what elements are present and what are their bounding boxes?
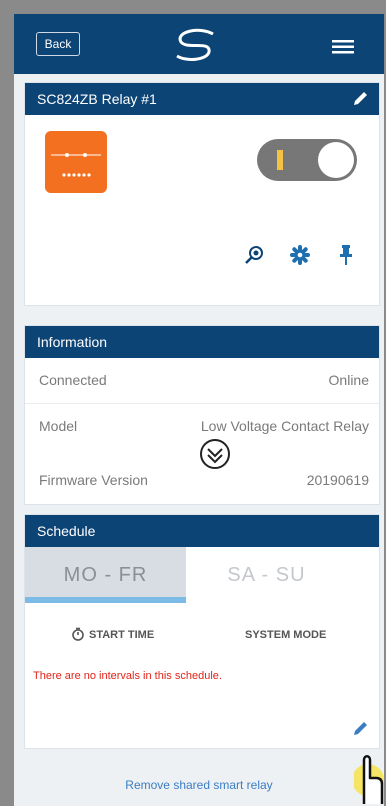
information-card: Information Connected Online Model Low V…	[24, 325, 380, 505]
info-value: Low Voltage Contact Relay	[200, 418, 369, 434]
relay-toggle[interactable]	[257, 139, 357, 181]
magnifier-icon[interactable]	[243, 244, 265, 266]
schedule-card: Schedule MO - FR SA - SU START TIME SYST…	[24, 514, 380, 749]
device-title: SC824ZB Relay #1	[37, 91, 157, 107]
top-bar: Back	[14, 14, 384, 74]
remove-relay-link[interactable]: Remove shared smart relay	[14, 778, 384, 792]
start-time-header: START TIME	[89, 629, 155, 641]
toggle-indicator	[277, 150, 283, 170]
information-header: Information	[25, 326, 379, 358]
empty-schedule-message: There are no intervals in this schedule.	[33, 670, 222, 682]
info-label: Firmware Version	[39, 472, 148, 488]
timer-icon	[72, 627, 84, 641]
info-value: 20190619	[306, 472, 369, 488]
device-header: SC824ZB Relay #1	[25, 83, 379, 115]
gear-icon[interactable]	[289, 244, 311, 266]
info-row-connected: Connected Online	[25, 358, 379, 404]
tab-weekdays[interactable]: MO - FR	[25, 547, 186, 603]
pin-icon[interactable]	[337, 244, 355, 266]
scroll-down-icon[interactable]	[199, 438, 231, 470]
relay-icon	[45, 131, 107, 193]
toggle-knob	[318, 142, 354, 178]
device-card: SC824ZB Relay #1	[24, 82, 380, 306]
phone-screen: Back SC824ZB Relay #1 Information Connec…	[14, 14, 384, 806]
info-value: Online	[328, 372, 369, 388]
menu-icon[interactable]	[332, 40, 354, 54]
info-label: Model	[39, 418, 78, 434]
logo-icon	[176, 28, 214, 61]
back-button[interactable]: Back	[36, 32, 80, 56]
tab-weekend[interactable]: SA - SU	[186, 547, 347, 603]
system-mode-header: SYSTEM MODE	[245, 629, 327, 641]
hand-pointer-icon	[354, 755, 384, 804]
info-label: Connected	[39, 372, 107, 388]
pencil-icon[interactable]	[351, 720, 369, 738]
pencil-icon[interactable]	[351, 90, 369, 108]
schedule-header: Schedule	[25, 515, 379, 547]
schedule-columns: START TIME SYSTEM MODE	[25, 627, 379, 649]
